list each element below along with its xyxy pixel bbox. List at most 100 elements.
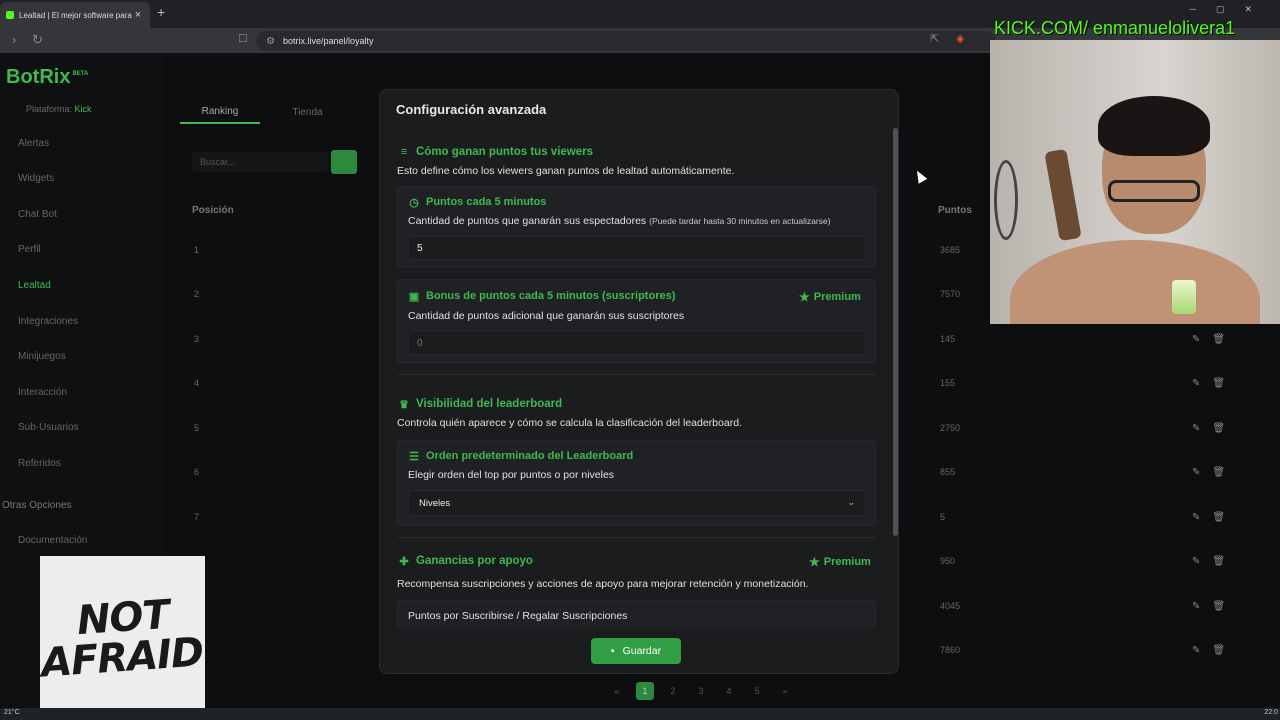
taskbar-clock: 22:0 [1264, 709, 1278, 716]
card-title: ◷ Puntos cada 5 minutos [408, 196, 546, 209]
chevron-down-icon: ⌄ [847, 497, 855, 507]
sidebar-item-label: Interacción [18, 386, 67, 398]
modal-scrollbar[interactable] [892, 128, 898, 628]
subscriber-bonus-input[interactable]: 0 [408, 331, 866, 355]
page-first-icon[interactable]: « [608, 682, 626, 700]
webcam-fan [994, 160, 1018, 240]
not-afraid-logo: NOT AFRAID [40, 556, 205, 720]
platform-label: Plataforma: [26, 104, 73, 114]
kick-channel-overlay: KICK.COM/ enmanuelolivera1 [994, 18, 1236, 38]
star-icon: ★ [799, 290, 810, 304]
bookmark-icon[interactable]: ☐ [238, 32, 248, 45]
tab-ranking[interactable]: Ranking [180, 100, 260, 124]
ranking-search-input[interactable]: Buscar... [192, 152, 328, 172]
forward-icon[interactable]: › [12, 32, 16, 47]
sidebar-item-widgets[interactable]: Widgets [18, 169, 148, 187]
reload-icon[interactable]: ↻ [32, 32, 43, 48]
tab-title: Lealtad | El mejor software para [19, 10, 132, 20]
modal-body: ≡ Cómo ganan puntos tus viewers Esto def… [380, 128, 900, 628]
save-button-label: Guardar [622, 645, 662, 657]
sidebar-item-lealtad[interactable]: Lealtad [18, 276, 148, 294]
sidebar-item-label: Lealtad [18, 279, 51, 291]
card-title: ▣ Bonus de puntos cada 5 minutos (suscri… [408, 290, 676, 303]
card-title: ☰ Orden predeterminado del Leaderboard [408, 450, 634, 463]
sidebar-item-sub-usuarios[interactable]: Sub-Usuarios [18, 418, 148, 436]
save-button[interactable]: ▪ Guardar [591, 638, 681, 664]
url-text: botrix.live/panel/loyalty [282, 36, 374, 46]
ranking-search-button[interactable] [331, 150, 357, 174]
row-points: 855 [940, 467, 956, 477]
sidebar-item-referidos[interactable]: Referidos [18, 454, 148, 472]
user-plus-icon: ✚ [399, 555, 409, 568]
window-controls[interactable]: ─▢✕ [1190, 4, 1272, 15]
close-tab-icon[interactable]: × [132, 9, 144, 21]
trophy-icon: ♛ [399, 398, 409, 411]
browser-tab[interactable]: Lealtad | El mejor software para × [0, 2, 150, 28]
sidebar-item-minijuegos[interactable]: Minijuegos [18, 347, 148, 365]
sidebar-item-documentacion[interactable]: Documentación [18, 531, 148, 549]
sidebar-item-label: Alertas [18, 137, 50, 149]
sidebar-item-label: Referidos [18, 457, 61, 469]
row-position: 4 [194, 378, 200, 388]
section-title-text: Ganancias por apoyo [416, 555, 533, 567]
pagination: « 1 2 3 4 5 » [608, 682, 794, 700]
page-last-icon[interactable]: » [776, 682, 794, 700]
row-points: 7860 [940, 645, 961, 655]
star-icon: ★ [809, 555, 820, 569]
row-position: 3 [194, 334, 200, 344]
brave-shield-icon[interactable]: ◈ [956, 32, 964, 45]
sidebar-item-perfil[interactable]: Perfil [18, 240, 148, 258]
ordered-list-icon: ☰ [409, 450, 419, 463]
coins-icon: ≡ [400, 146, 408, 158]
premium-label: Premium [813, 291, 861, 303]
sidebar-section-heading: Otras Opciones [2, 500, 72, 511]
new-tab-button[interactable]: + [157, 4, 165, 20]
sidebar-item-chat-bot[interactable]: Chat Bot [18, 205, 148, 223]
logo-text: BotRix [6, 66, 71, 88]
address-bar[interactable]: ⚙ botrix.live/panel/loyalty [256, 31, 996, 51]
tab-tienda[interactable]: Tienda [270, 100, 345, 124]
row-actions[interactable]: ✎🗑 [1192, 467, 1237, 478]
page-button[interactable]: 5 [748, 682, 766, 700]
row-actions[interactable]: ✎🗑 [1192, 645, 1237, 656]
row-actions[interactable]: ✎🗑 [1192, 378, 1237, 389]
row-actions[interactable]: ✎🗑 [1192, 556, 1237, 567]
section-support-title: ✚ Ganancias por apoyo [398, 555, 533, 568]
row-points: 2750 [940, 423, 961, 433]
share-icon[interactable]: ⇱ [930, 32, 939, 45]
logo-line-2: AFRAID [40, 629, 205, 687]
row-position: 5 [194, 423, 200, 433]
sidebar-item-label: Integraciones [18, 315, 79, 327]
page-button[interactable]: 4 [720, 682, 738, 700]
leaderboard-order-select[interactable]: Niveles ⌄ [408, 490, 866, 516]
column-header-points: Puntos [938, 205, 972, 216]
row-actions[interactable]: ✎🗑 [1192, 334, 1237, 345]
page-button[interactable]: 1 [636, 682, 654, 700]
card-title-text: Orden predeterminado del Leaderboard [426, 450, 634, 462]
scrollbar-thumb[interactable] [893, 128, 898, 536]
row-actions[interactable]: ✎🗑 [1192, 423, 1237, 434]
card-description: Elegir orden del top por puntos o por ni… [408, 469, 615, 481]
row-actions[interactable]: ✎🗑 [1192, 512, 1237, 523]
floppy-disk-icon: ▪ [610, 645, 615, 657]
webcam-feed [990, 40, 1280, 324]
section-visibility-description: Controla quién aparece y cómo se calcula… [397, 417, 742, 429]
points-per-interval-input[interactable]: 5 [408, 236, 866, 260]
page-button[interactable]: 3 [692, 682, 710, 700]
sidebar-item-alertas[interactable]: Alertas [18, 134, 148, 152]
row-actions[interactable]: ✎🗑 [1192, 601, 1237, 612]
weather-temperature: 21°C [4, 709, 20, 716]
botrix-logo[interactable]: BotRix BETA [6, 66, 88, 89]
section-title-text: Cómo ganan puntos tus viewers [416, 146, 593, 158]
site-settings-icon[interactable]: ⚙ [266, 36, 275, 47]
modal-title: Configuración avanzada [396, 102, 547, 117]
tab-label: Tienda [292, 106, 323, 118]
premium-badge: ★ Premium [809, 555, 871, 569]
page-button[interactable]: 2 [664, 682, 682, 700]
row-position: 7 [194, 512, 200, 522]
premium-label: Premium [823, 556, 871, 568]
row-position: 6 [194, 467, 200, 477]
webcam-person-glasses [1108, 180, 1200, 202]
sidebar-item-interaccion[interactable]: Interacción [18, 383, 148, 401]
sidebar-item-integraciones[interactable]: Integraciones [18, 312, 148, 330]
